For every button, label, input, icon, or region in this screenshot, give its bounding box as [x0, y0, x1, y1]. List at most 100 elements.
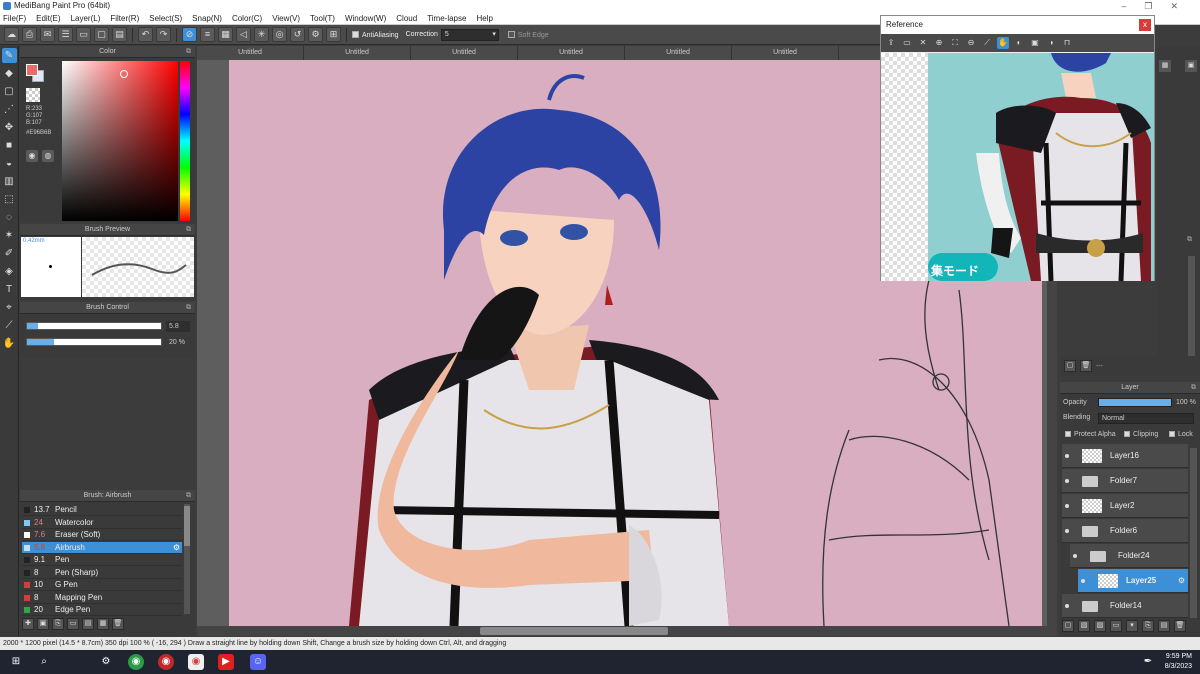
- brush-size-value[interactable]: 5.8: [166, 321, 190, 332]
- hue-slider[interactable]: [180, 61, 190, 221]
- brush-item[interactable]: 8 Mapping Pen: [22, 592, 182, 604]
- merge-layer-icon[interactable]: ▤: [1158, 620, 1170, 632]
- layer-folder-row[interactable]: Folder6: [1062, 519, 1188, 543]
- flip-icon[interactable]: ▣: [1029, 37, 1041, 49]
- fill-rect-tool-icon[interactable]: ■: [2, 138, 17, 153]
- youtube-icon[interactable]: ▶: [218, 654, 234, 670]
- correction-select[interactable]: 5: [440, 28, 499, 41]
- grid-snap-icon[interactable]: ⊞: [326, 27, 341, 42]
- gradient-tool-icon[interactable]: ▥: [2, 174, 17, 189]
- brush-list-scrollbar[interactable]: [184, 504, 190, 614]
- parallel-snap-icon[interactable]: ≡: [200, 27, 215, 42]
- dot-tool-icon[interactable]: ⋰: [2, 102, 17, 117]
- cross-snap-icon[interactable]: ▦: [218, 27, 233, 42]
- eyedropper-tool-icon[interactable]: ⟋: [2, 318, 17, 333]
- brush-item[interactable]: 7.6 Eraser (Soft): [22, 529, 182, 541]
- open-folder-icon[interactable]: ▭: [901, 37, 913, 49]
- brush-item[interactable]: 24 Watercolor: [22, 517, 182, 529]
- new-folder-icon[interactable]: ▭: [1110, 620, 1122, 632]
- circle-snap-icon[interactable]: ◎: [272, 27, 287, 42]
- doc-tab[interactable]: Untitled: [197, 46, 304, 60]
- menu-view[interactable]: View(V): [272, 12, 300, 24]
- menu-color[interactable]: Color(C): [232, 12, 262, 24]
- brush-item[interactable]: 10 G Pen: [22, 579, 182, 591]
- clipping-checkbox[interactable]: Clipping: [1124, 431, 1158, 438]
- new-layer-icon[interactable]: ▢: [1062, 620, 1074, 632]
- text-tool-icon[interactable]: T: [2, 282, 17, 297]
- hand-icon[interactable]: ✋: [997, 37, 1009, 49]
- redo-icon[interactable]: ↷: [156, 27, 171, 42]
- layer-menu-icon[interactable]: ▾: [1126, 620, 1138, 632]
- lock-checkbox[interactable]: Lock: [1169, 431, 1193, 438]
- chrome-icon[interactable]: ◉: [128, 654, 144, 670]
- layer-icon[interactable]: ▤: [112, 27, 127, 42]
- delete-icon[interactable]: 🗑: [1080, 360, 1092, 372]
- layer-settings-icon[interactable]: ⚙: [1178, 569, 1185, 593]
- doc-tab[interactable]: Untitled: [411, 46, 518, 60]
- foreground-color-swatch[interactable]: [26, 64, 38, 76]
- new-8bit-layer-icon[interactable]: ▨: [1094, 620, 1106, 632]
- palette-icon[interactable]: ◉: [26, 150, 38, 162]
- eyedropper-icon[interactable]: ⟋: [981, 37, 993, 49]
- pin-icon[interactable]: ⧉: [186, 302, 191, 314]
- snap-off-icon[interactable]: ⊘: [182, 27, 197, 42]
- brush-folder-icon[interactable]: ▣: [37, 618, 49, 630]
- zoom-out-icon[interactable]: ⊖: [965, 37, 977, 49]
- rotate-right-icon[interactable]: ◑: [1045, 37, 1057, 49]
- close-icon[interactable]: x: [1139, 19, 1151, 31]
- pin-window-icon[interactable]: ⊓: [1061, 37, 1073, 49]
- doc-tab[interactable]: Untitled: [518, 46, 625, 60]
- square-icon[interactable]: ▢: [94, 27, 109, 42]
- rotate-left-icon[interactable]: ◐: [1013, 37, 1025, 49]
- fit-icon[interactable]: ⛶: [949, 37, 961, 49]
- visibility-eye-icon[interactable]: [1065, 479, 1069, 483]
- layer-folder-row[interactable]: Folder24: [1070, 544, 1188, 568]
- pin-icon[interactable]: ⧉: [186, 224, 191, 236]
- layer-folder-row[interactable]: Folder7: [1062, 469, 1188, 493]
- visibility-eye-icon[interactable]: [1065, 604, 1069, 608]
- menu-filter[interactable]: Filter(R): [110, 12, 139, 24]
- visibility-eye-icon[interactable]: [1065, 454, 1069, 458]
- soft-edge-checkbox[interactable]: Soft Edge: [507, 30, 549, 39]
- doc-tab[interactable]: Untitled: [304, 46, 411, 60]
- brush-group-icon[interactable]: ▭: [67, 618, 79, 630]
- radial-snap-icon[interactable]: ✳: [254, 27, 269, 42]
- reference-image[interactable]: 集モード: [881, 53, 1154, 281]
- select-tool-icon[interactable]: ⬚: [2, 192, 17, 207]
- panel-grid-icon[interactable]: ▦: [1159, 60, 1171, 72]
- layer-row[interactable]: Layer2: [1062, 494, 1188, 518]
- discord-icon[interactable]: ☺: [250, 654, 266, 670]
- layer-folder-row[interactable]: Folder14: [1062, 594, 1188, 618]
- brush-menu-icon[interactable]: ▦: [97, 618, 109, 630]
- brush-tool-icon[interactable]: ✎: [1, 48, 17, 63]
- brush-settings-icon[interactable]: ⚙: [173, 542, 180, 554]
- undo-icon[interactable]: ↶: [138, 27, 153, 42]
- horizontal-scrollbar[interactable]: [197, 626, 1057, 636]
- antialiasing-checkbox[interactable]: AntiAliasing: [352, 30, 399, 39]
- menu-layer[interactable]: Layer(L): [71, 12, 101, 24]
- clock[interactable]: 9:59 PM 8/3/2023: [1165, 652, 1192, 672]
- menu-file[interactable]: File(F): [3, 12, 26, 24]
- blending-select[interactable]: Normal: [1098, 413, 1194, 424]
- browser-icon[interactable]: ◉: [158, 654, 174, 670]
- visibility-eye-icon[interactable]: [1065, 529, 1069, 533]
- panel-scrollbar[interactable]: [1188, 256, 1195, 356]
- folder-icon[interactable]: ▭: [76, 27, 91, 42]
- window-controls[interactable]: –❐✕: [1121, 0, 1196, 12]
- brush-item[interactable]: 13.7 Pencil: [22, 504, 182, 516]
- brush-item[interactable]: 5.8 Airbrush ⚙: [22, 541, 182, 554]
- transparent-swatch[interactable]: [26, 88, 40, 102]
- lasso-tool-icon[interactable]: ◌: [2, 210, 17, 225]
- doc-tab[interactable]: Untitled: [625, 46, 732, 60]
- doc-tab[interactable]: Untitled: [732, 46, 839, 60]
- search-icon[interactable]: ⌕: [36, 654, 52, 670]
- new-page-icon[interactable]: ▢: [1064, 360, 1076, 372]
- delete-layer-icon[interactable]: 🗑: [1174, 620, 1186, 632]
- pin-icon[interactable]: ⧉: [186, 46, 191, 58]
- visibility-eye-icon[interactable]: [1065, 504, 1069, 508]
- color-picker-marker[interactable]: [120, 70, 128, 78]
- menu-timelapse[interactable]: Time-lapse: [427, 12, 466, 24]
- close-image-icon[interactable]: ✕: [917, 37, 929, 49]
- move-tool-icon[interactable]: ✥: [2, 120, 17, 135]
- visibility-eye-icon[interactable]: [1081, 579, 1085, 583]
